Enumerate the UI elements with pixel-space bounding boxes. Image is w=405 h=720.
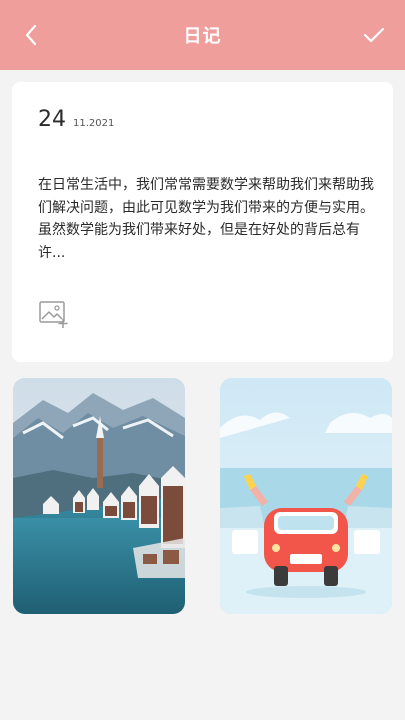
photo-car-illustration[interactable]	[220, 378, 392, 614]
entry-content: 在日常生活中，我们常常需要数学来帮助我们来帮助我们解决问题，由此可见数学为我们带…	[38, 177, 374, 261]
page-title: 日记	[183, 26, 222, 47]
diary-entry-card[interactable]: 24 11.2021 在日常生活中，我们常常需要数学来帮助我们来帮助我们解决问题…	[12, 82, 393, 362]
photo-lake-town[interactable]	[13, 378, 185, 614]
top-bar: 日记	[0, 0, 405, 70]
check-icon	[363, 27, 385, 43]
add-image-button[interactable]	[38, 299, 70, 329]
confirm-button[interactable]	[359, 20, 389, 50]
entry-month-year: 11.2021	[73, 118, 115, 129]
entry-date: 24 11.2021	[38, 107, 114, 132]
entry-day: 24	[38, 107, 66, 132]
image-add-icon	[39, 301, 68, 328]
